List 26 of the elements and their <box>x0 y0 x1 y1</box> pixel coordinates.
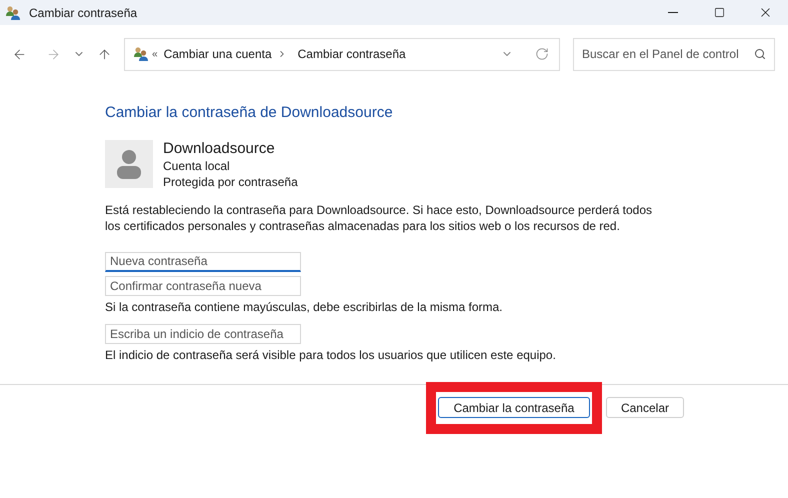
warning-text: Está restableciendo la contraseña para Downloadsource. Si hace esto, Downloadsource perderá todos los certificados personales y contraseñas almacenadas para los sitios web o los recursos de red. <box>105 202 653 234</box>
address-bar[interactable]: « Cambiar una cuenta Cambiar contraseña <box>124 38 560 70</box>
breadcrumb[interactable]: Cambiar contraseña <box>298 45 406 63</box>
minimize-icon <box>668 12 678 13</box>
hint-text: Si la contraseña contiene mayúsculas, debe escribirlas de la misma forma. <box>105 298 504 314</box>
person-icon <box>116 148 142 178</box>
dialog-button[interactable]: Cambiar la contraseña <box>438 397 590 418</box>
account-type: Cuenta local <box>163 158 231 174</box>
refresh-icon <box>535 47 549 61</box>
password-field[interactable]: Confirmar contraseña nueva <box>105 276 301 296</box>
refresh-button[interactable] <box>535 47 549 61</box>
password-field[interactable]: Escriba un indicio de contraseña <box>105 324 301 344</box>
users-icon <box>133 46 149 62</box>
breadcrumb[interactable]: Cambiar una cuenta <box>164 45 272 63</box>
account-status: Protegida por contraseña <box>163 174 298 190</box>
dialog-button[interactable]: Cancelar <box>606 397 684 418</box>
search-field[interactable]: Buscar en el Panel de control <box>573 38 775 70</box>
password-field[interactable]: Nueva contraseña <box>105 252 301 272</box>
hint-text: El indicio de contraseña será visible para todos los usuarios que utilicen este equipo. <box>105 346 557 362</box>
account-name: Downloadsource <box>163 140 276 158</box>
search-icon <box>754 48 766 60</box>
maximize-icon <box>714 7 724 18</box>
page-heading: Cambiar la contraseña de Downloadsource <box>105 103 394 123</box>
users-icon <box>5 4 21 20</box>
window-title: Cambiar contraseña <box>29 4 138 22</box>
overflow-chevron[interactable]: « <box>152 46 158 62</box>
